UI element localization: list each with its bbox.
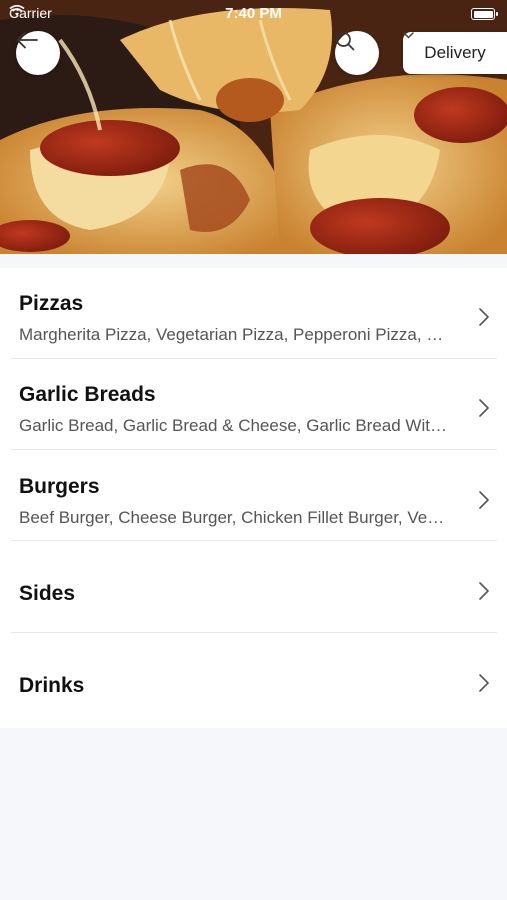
category-title: Burgers [19, 475, 100, 498]
delivery-mode-selector[interactable]: Delivery [403, 32, 507, 74]
chevron-right-icon [479, 491, 489, 509]
category-row-pizzas[interactable]: Pizzas Margherita Pizza, Vegetarian Pizz… [0, 268, 507, 359]
category-title: Garlic Breads [19, 383, 156, 406]
chevron-right-icon [479, 308, 489, 326]
category-title: Sides [19, 582, 76, 605]
search-icon [336, 32, 355, 51]
chevron-right-icon [479, 674, 489, 692]
search-button[interactable] [335, 31, 379, 75]
row-divider [11, 540, 497, 541]
status-bar: Carrier 7:40 PM [0, 0, 507, 28]
chevron-down-icon [403, 32, 414, 39]
category-subtitle: Beef Burger, Cheese Burger, Chicken Fill… [19, 508, 451, 527]
category-title: Pizzas [19, 292, 84, 315]
category-row-drinks[interactable]: Drinks [0, 633, 507, 724]
category-row-sides[interactable]: Sides [0, 542, 507, 633]
category-subtitle: Garlic Bread, Garlic Bread & Cheese, Gar… [19, 416, 451, 435]
category-row-burgers[interactable]: Burgers Beef Burger, Cheese Burger, Chic… [0, 450, 507, 541]
status-time: 7:40 PM [225, 5, 282, 22]
category-title: Drinks [19, 674, 85, 697]
chevron-right-icon [479, 582, 489, 600]
delivery-label: Delivery [424, 43, 486, 62]
arrow-left-icon [16, 31, 38, 49]
back-button[interactable] [16, 31, 60, 75]
battery-icon [471, 8, 498, 20]
chevron-right-icon [479, 399, 489, 417]
category-list: Pizzas Margherita Pizza, Vegetarian Pizz… [0, 268, 507, 728]
hero-image: Carrier 7:40 PM Delivery [0, 0, 507, 254]
category-row-garlic-breads[interactable]: Garlic Breads Garlic Bread, Garlic Bread… [0, 359, 507, 450]
category-subtitle: Margherita Pizza, Vegetarian Pizza, Pepp… [19, 325, 451, 344]
